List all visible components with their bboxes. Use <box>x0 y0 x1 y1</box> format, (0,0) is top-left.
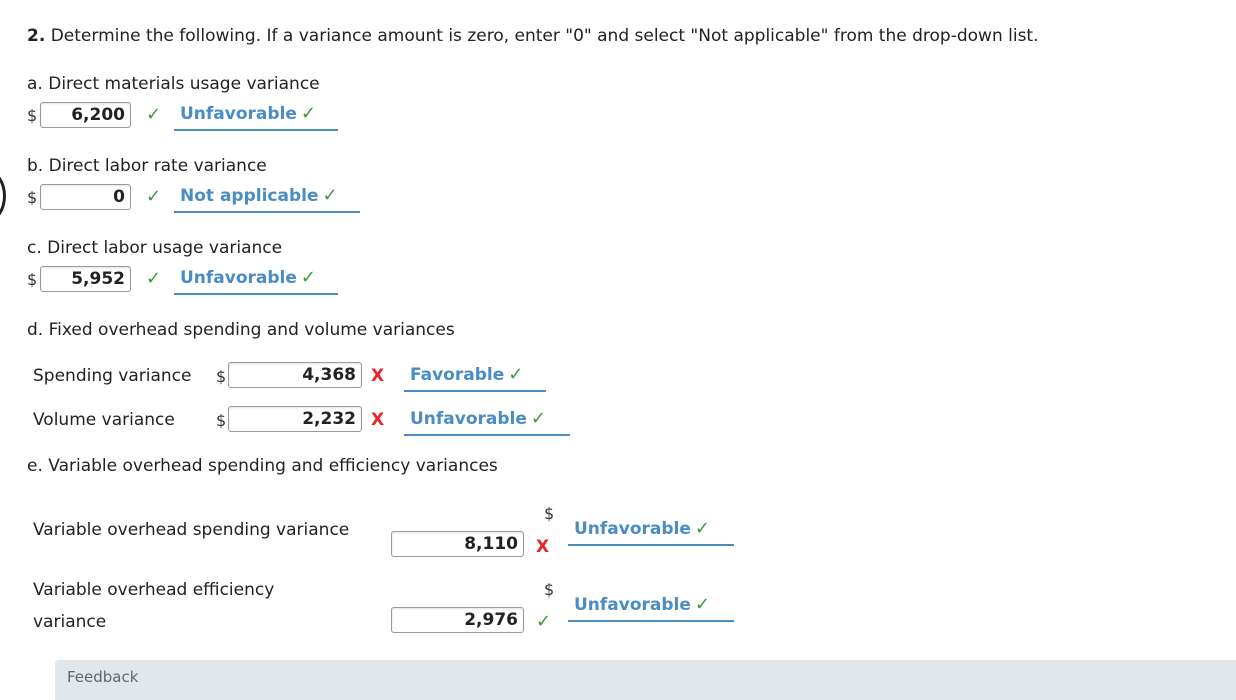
amount-input-c[interactable]: 5,952 <box>40 266 131 292</box>
correct-check-icon: ✓ <box>530 408 547 429</box>
currency-symbol: $ <box>544 504 555 523</box>
variance-type-select-c[interactable]: Unfavorable ✓ <box>174 267 338 295</box>
correct-check-icon: ✓ <box>694 594 711 615</box>
question-e-label: e. Variable overhead spending and effici… <box>27 456 498 476</box>
select-value: Unfavorable <box>410 409 527 429</box>
currency-symbol: $ <box>27 188 38 207</box>
side-circle-decoration <box>0 170 6 222</box>
variable-efficiency-variance-label-line1: Variable overhead efficiency <box>33 580 275 600</box>
currency-symbol: $ <box>216 367 227 386</box>
volume-variance-label: Volume variance <box>33 410 175 430</box>
incorrect-x-icon: X <box>371 410 385 430</box>
amount-input-fixed-spending[interactable]: 4,368 <box>228 362 362 388</box>
select-value: Not applicable <box>180 186 319 206</box>
instruction-body: Determine the following. If a variance a… <box>45 26 1039 46</box>
question-number: 2. <box>27 26 46 46</box>
currency-symbol: $ <box>27 270 38 289</box>
amount-input-variable-spending[interactable]: 8,110 <box>391 531 524 557</box>
select-value: Unfavorable <box>180 268 297 288</box>
correct-check-icon: ✓ <box>146 268 162 289</box>
spending-variance-label: Spending variance <box>33 366 192 386</box>
question-b-label: b. Direct labor rate variance <box>27 156 267 176</box>
variance-type-select-variable-efficiency[interactable]: Unfavorable ✓ <box>568 594 734 622</box>
incorrect-x-icon: X <box>536 537 550 557</box>
feedback-label: Feedback <box>67 668 139 686</box>
select-value: Unfavorable <box>574 519 691 539</box>
correct-check-icon: ✓ <box>536 611 552 632</box>
currency-symbol: $ <box>544 580 555 599</box>
incorrect-x-icon: X <box>371 366 385 386</box>
variance-type-select-variable-spending[interactable]: Unfavorable ✓ <box>568 518 734 546</box>
variance-type-select-fixed-volume[interactable]: Unfavorable ✓ <box>404 408 570 436</box>
amount-input-fixed-volume[interactable]: 2,232 <box>228 406 362 432</box>
variable-efficiency-variance-label-line2: variance <box>33 612 107 632</box>
question-d-label: d. Fixed overhead spending and volume va… <box>27 320 455 340</box>
instruction-text: 2. Determine the following. If a varianc… <box>27 26 1039 46</box>
currency-symbol: $ <box>216 411 227 430</box>
currency-symbol: $ <box>27 106 38 125</box>
correct-check-icon: ✓ <box>508 364 524 385</box>
correct-check-icon: ✓ <box>146 104 162 125</box>
variable-spending-variance-label: Variable overhead spending variance <box>33 520 350 540</box>
select-value: Favorable <box>410 365 505 385</box>
variance-type-select-fixed-spending[interactable]: Favorable ✓ <box>404 364 546 392</box>
variance-type-select-a[interactable]: Unfavorable ✓ <box>174 103 338 131</box>
amount-input-a[interactable]: 6,200 <box>40 102 131 128</box>
variance-type-select-b[interactable]: Not applicable ✓ <box>174 185 360 213</box>
amount-input-variable-efficiency[interactable]: 2,976 <box>391 607 524 633</box>
amount-input-b[interactable]: 0 <box>40 184 131 210</box>
select-value: Unfavorable <box>180 104 297 124</box>
correct-check-icon: ✓ <box>146 186 162 207</box>
feedback-panel: Feedback <box>55 660 1236 700</box>
correct-check-icon: ✓ <box>694 518 711 539</box>
question-c-label: c. Direct labor usage variance <box>27 238 283 258</box>
correct-check-icon: ✓ <box>322 185 338 206</box>
correct-check-icon: ✓ <box>300 267 317 288</box>
correct-check-icon: ✓ <box>300 103 317 124</box>
question-a-label: a. Direct materials usage variance <box>27 74 320 94</box>
select-value: Unfavorable <box>574 595 691 615</box>
